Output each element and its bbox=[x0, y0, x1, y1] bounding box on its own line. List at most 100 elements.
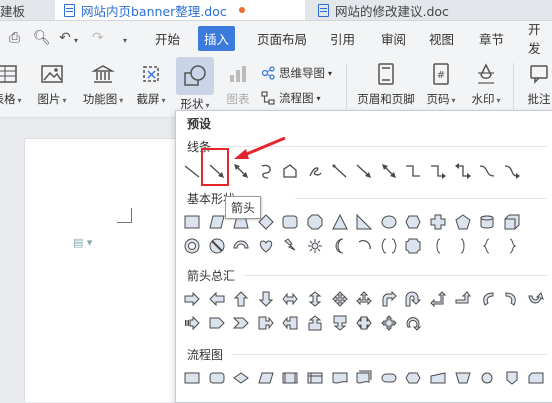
more-icon[interactable]: ▾ bbox=[123, 36, 127, 45]
lightning-icon[interactable] bbox=[280, 236, 300, 256]
line-icon[interactable] bbox=[182, 161, 202, 181]
mindmap-button[interactable]: 思维导图 ▾ bbox=[261, 65, 332, 81]
tab-previous-doc[interactable]: 建板 bbox=[0, 0, 55, 20]
picture-button[interactable]: 图片 ▾ bbox=[32, 55, 72, 117]
left-brace-icon[interactable] bbox=[477, 236, 497, 256]
donut-icon[interactable] bbox=[182, 236, 202, 256]
flowchart-data-icon[interactable] bbox=[256, 368, 276, 388]
curved-up-arrow-icon[interactable] bbox=[526, 289, 546, 309]
up-arrow-callout-icon[interactable] bbox=[305, 313, 325, 333]
connector-icon[interactable] bbox=[330, 161, 350, 181]
page-number-button[interactable]: # 页码 ▾ bbox=[425, 55, 457, 117]
pentagon-icon[interactable] bbox=[453, 212, 473, 232]
flowchart-internal-storage-icon[interactable] bbox=[305, 368, 325, 388]
undo-dropdown-icon[interactable]: ▾ bbox=[74, 36, 78, 45]
elbow-connector-icon[interactable] bbox=[403, 161, 423, 181]
menu-insert[interactable]: 插入 bbox=[198, 21, 236, 55]
elbow-double-arrow-icon[interactable] bbox=[453, 161, 473, 181]
menu-developer[interactable]: 开发 bbox=[528, 21, 552, 56]
left-arrow-callout-icon[interactable] bbox=[280, 313, 300, 333]
elbow-arrow-connector-icon[interactable] bbox=[428, 161, 448, 181]
shape-button[interactable]: 形状 ▾ bbox=[175, 55, 215, 117]
right-triangle-icon[interactable] bbox=[354, 212, 374, 232]
function-chart-button[interactable]: 功能图 ▾ bbox=[78, 55, 128, 117]
screenshot-button[interactable]: 截屏 ▾ bbox=[133, 55, 169, 117]
flowchart-button[interactable]: 流程图 ▾ bbox=[261, 90, 321, 106]
flowchart-decision-icon[interactable] bbox=[231, 368, 251, 388]
menu-view[interactable]: 视图 bbox=[429, 21, 454, 55]
down-arrow-callout-icon[interactable] bbox=[330, 313, 350, 333]
plaque-icon[interactable] bbox=[403, 236, 423, 256]
scribble-icon[interactable] bbox=[305, 161, 325, 181]
circular-arrow-icon[interactable] bbox=[403, 313, 423, 333]
hexagon-icon[interactable] bbox=[403, 212, 423, 232]
flowchart-card-icon[interactable] bbox=[526, 368, 546, 388]
moon-icon[interactable] bbox=[330, 236, 350, 256]
menu-chapter[interactable]: 章节 bbox=[479, 21, 504, 55]
right-brace-icon[interactable] bbox=[502, 236, 522, 256]
menu-start[interactable]: 开始 bbox=[155, 21, 180, 55]
block-arc-icon[interactable] bbox=[231, 236, 251, 256]
u-turn-arrow-icon[interactable] bbox=[403, 289, 423, 309]
watermark-button[interactable]: 水印 ▾ bbox=[469, 55, 503, 117]
bent-up-arrow-icon[interactable] bbox=[453, 289, 473, 309]
pentagon-arrow-icon[interactable] bbox=[207, 313, 227, 333]
tab-suggestion-doc[interactable]: 网站的修改建议.doc bbox=[306, 0, 552, 20]
freeform-icon[interactable] bbox=[280, 161, 300, 181]
menu-review[interactable]: 审阅 bbox=[381, 21, 406, 55]
flowchart-manual-input-icon[interactable] bbox=[428, 368, 448, 388]
rounded-rectangle-icon[interactable] bbox=[280, 212, 300, 232]
octagon-icon[interactable] bbox=[305, 212, 325, 232]
arc-icon[interactable] bbox=[354, 236, 374, 256]
double-arrow-connector-icon[interactable] bbox=[379, 161, 399, 181]
rectangle-icon[interactable] bbox=[182, 212, 202, 232]
chevron-arrow-icon[interactable] bbox=[231, 313, 251, 333]
flowchart-manual-operation-icon[interactable] bbox=[453, 368, 473, 388]
double-arrow-line-icon[interactable] bbox=[231, 161, 251, 181]
sun-icon[interactable] bbox=[305, 236, 325, 256]
left-right-arrow-icon[interactable] bbox=[280, 289, 300, 309]
no-symbol-icon[interactable] bbox=[207, 236, 227, 256]
comment-button[interactable]: 批注 bbox=[524, 55, 552, 117]
tab-banner-doc[interactable]: 网站内页banner整理.doc bbox=[55, 0, 305, 20]
flowchart-preparation-icon[interactable] bbox=[403, 368, 423, 388]
cross-icon[interactable] bbox=[428, 212, 448, 232]
curve-icon[interactable] bbox=[256, 161, 276, 181]
flowchart-alternate-process-icon[interactable] bbox=[207, 368, 227, 388]
redo-icon[interactable]: ↷ bbox=[92, 30, 104, 46]
curved-arrow-connector-icon[interactable] bbox=[502, 161, 522, 181]
bent-arrow-icon[interactable] bbox=[379, 289, 399, 309]
up-down-arrow-icon[interactable] bbox=[305, 289, 325, 309]
down-arrow-icon[interactable] bbox=[256, 289, 276, 309]
flowchart-document-icon[interactable] bbox=[330, 368, 350, 388]
undo-icon[interactable]: ↶ bbox=[59, 30, 71, 46]
up-arrow-icon[interactable] bbox=[231, 289, 251, 309]
can-icon[interactable] bbox=[477, 212, 497, 232]
ellipse-icon[interactable] bbox=[379, 212, 399, 232]
flowchart-offpage-connector-icon[interactable] bbox=[502, 368, 522, 388]
parallelogram-icon[interactable] bbox=[207, 212, 227, 232]
arrow-connector-icon[interactable] bbox=[354, 161, 374, 181]
curved-right-arrow-icon[interactable] bbox=[477, 289, 497, 309]
left-right-up-arrow-icon[interactable] bbox=[354, 289, 374, 309]
document-page[interactable] bbox=[24, 138, 186, 402]
flowchart-multidocument-icon[interactable] bbox=[354, 368, 374, 388]
flowchart-process-icon[interactable] bbox=[182, 368, 202, 388]
paragraph-layout-icon[interactable]: ▤ ▾ bbox=[73, 236, 92, 249]
menu-page-layout[interactable]: 页面布局 bbox=[257, 21, 307, 55]
quad-arrow-icon[interactable] bbox=[330, 289, 350, 309]
right-bracket-icon[interactable] bbox=[453, 236, 473, 256]
right-arrow-icon[interactable] bbox=[182, 289, 202, 309]
striped-right-arrow-icon[interactable] bbox=[182, 313, 202, 333]
flowchart-connector-icon[interactable] bbox=[477, 368, 497, 388]
menu-references[interactable]: 引用 bbox=[330, 21, 355, 55]
print-preview-icon[interactable]: 🔍︎ bbox=[33, 30, 51, 46]
left-up-arrow-icon[interactable] bbox=[428, 289, 448, 309]
header-footer-button[interactable]: 页眉和页脚 bbox=[354, 55, 418, 117]
left-arrow-icon[interactable] bbox=[207, 289, 227, 309]
flowchart-terminator-icon[interactable] bbox=[379, 368, 399, 388]
cube-icon[interactable] bbox=[502, 212, 522, 232]
table-button[interactable]: 表格▾ bbox=[0, 55, 22, 117]
curved-left-arrow-icon[interactable] bbox=[502, 289, 522, 309]
curved-connector-icon[interactable] bbox=[477, 161, 497, 181]
